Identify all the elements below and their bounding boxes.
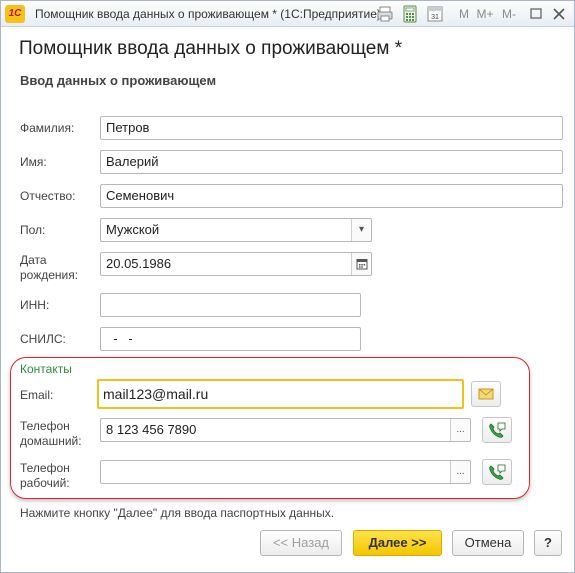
birthdate-label-line2: рождения: [20, 268, 79, 282]
gender-label: Пол: [20, 223, 46, 237]
memory-button[interactable]: M [457, 5, 471, 23]
contacts-group-title: Контакты [20, 362, 72, 376]
gender-select[interactable]: Мужской ▾ [100, 218, 372, 242]
call-home-button[interactable] [482, 417, 512, 443]
send-email-button[interactable] [471, 381, 501, 407]
work-phone-label: Телефон рабочий: [20, 461, 70, 491]
hint-text: Нажмите кнопку "Далее" для ввода паспорт… [20, 506, 335, 520]
section-title: Ввод данных о проживающем [20, 73, 217, 88]
email-label: Email: [20, 388, 54, 402]
home-phone-label-line2: домашний: [20, 434, 82, 448]
page-title: Помощник ввода данных о проживающем * [19, 38, 403, 59]
home-phone-label: Телефон домашний: [20, 419, 82, 449]
name-field[interactable]: Валерий [100, 150, 563, 174]
calculator-icon[interactable] [401, 5, 419, 23]
gender-value: Мужской [106, 222, 160, 237]
memory-subtract-button[interactable]: M- [499, 5, 519, 23]
calendar-icon[interactable]: 31 [426, 5, 444, 23]
next-button[interactable]: Далее >> [353, 530, 442, 556]
birthdate-field[interactable]: 20.05.1986 [100, 252, 372, 276]
name-label: Имя: [20, 155, 47, 169]
app-logo-icon[interactable]: 1С [5, 5, 25, 23]
back-button[interactable]: << Назад [260, 530, 342, 556]
title-bar: 1С Помощник ввода данных о проживающем *… [1, 1, 574, 27]
window-title: Помощник ввода данных о проживающем * (1… [35, 7, 381, 21]
svg-text:31: 31 [431, 14, 439, 21]
work-phone-label-line2: рабочий: [20, 476, 70, 490]
email-field[interactable]: mail123@mail.ru [97, 379, 464, 409]
memory-add-button[interactable]: M+ [475, 5, 495, 23]
patronymic-label: Отчество: [20, 189, 76, 203]
call-work-button[interactable] [482, 459, 512, 485]
chevron-down-icon[interactable]: ▾ [351, 219, 371, 241]
assistant-window: 1С Помощник ввода данных о проживающем *… [0, 0, 575, 573]
work-phone-select-button[interactable]: ... [450, 461, 470, 483]
cancel-button[interactable]: Отмена [452, 530, 524, 556]
close-icon[interactable] [550, 5, 568, 23]
birthdate-label: Дата рождения: [20, 253, 78, 283]
surname-label: Фамилия: [20, 121, 75, 135]
snils-label: СНИЛС: [20, 332, 66, 346]
calendar-icon [356, 259, 367, 270]
phone-call-icon [489, 422, 506, 438]
home-phone-field[interactable]: 8 123 456 7890 ... [100, 418, 471, 442]
inn-label: ИНН: [20, 298, 50, 312]
snils-field[interactable]: - - [100, 327, 361, 351]
home-phone-value: 8 123 456 7890 [106, 422, 197, 437]
home-phone-select-button[interactable]: ... [450, 419, 470, 441]
phone-call-icon [489, 464, 506, 480]
envelope-icon [478, 388, 494, 400]
restore-icon[interactable] [527, 5, 545, 23]
print-icon[interactable] [376, 5, 394, 23]
inn-field[interactable] [100, 293, 361, 317]
surname-field[interactable]: Петров [100, 116, 563, 140]
patronymic-field[interactable]: Семенович [100, 184, 563, 208]
work-phone-field[interactable]: ... [100, 460, 471, 484]
home-phone-label-line1: Телефон [20, 419, 70, 433]
calendar-picker-button[interactable] [351, 253, 371, 275]
work-phone-label-line1: Телефон [20, 461, 70, 475]
birthdate-label-line1: Дата [20, 253, 47, 267]
birthdate-value: 20.05.1986 [106, 256, 172, 271]
help-button[interactable]: ? [534, 530, 562, 556]
